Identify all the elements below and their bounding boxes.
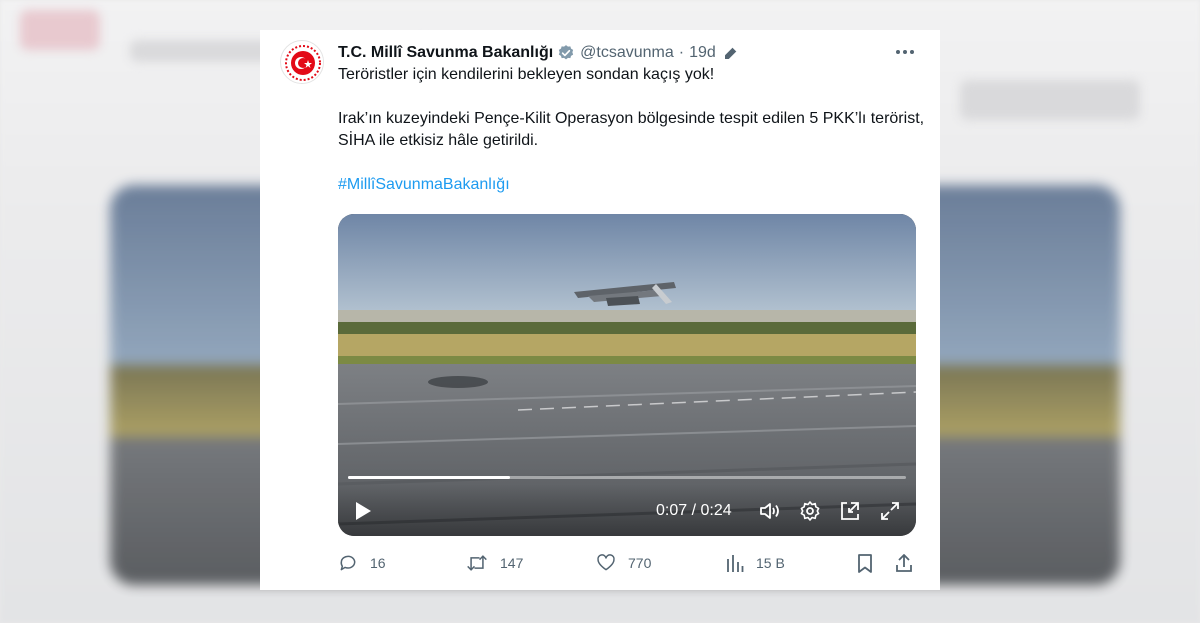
tweet-header: T.C. Millî Savunma Bakanlığı @tcsavunma … [338, 42, 920, 64]
reply-count: 16 [370, 555, 386, 571]
like-icon [597, 554, 615, 571]
more-icon [896, 50, 914, 54]
play-button[interactable] [352, 498, 374, 524]
retweet-icon [467, 555, 487, 571]
video-controls [338, 484, 916, 536]
avatar[interactable] [280, 40, 324, 84]
views-icon [727, 555, 744, 572]
share-icon [896, 554, 912, 572]
video-player[interactable]: 0:07 / 0:24 [338, 214, 916, 536]
like-button[interactable]: 770 [596, 550, 651, 576]
volume-icon [760, 503, 779, 519]
volume-button[interactable] [758, 498, 782, 524]
fullscreen-icon [881, 502, 899, 520]
video-progress-bar[interactable] [348, 476, 906, 479]
tweet-card[interactable]: T.C. Millî Savunma Bakanlığı @tcsavunma … [260, 30, 940, 590]
settings-gear-icon [800, 501, 820, 521]
reply-icon [340, 555, 356, 571]
settings-button[interactable] [798, 498, 822, 524]
play-icon [356, 502, 371, 520]
tweet-time[interactable]: 19d [689, 44, 716, 62]
retweet-button[interactable]: 147 [466, 550, 523, 576]
reply-button[interactable]: 16 [338, 550, 386, 576]
views-button[interactable]: 15 B [726, 550, 785, 576]
like-count: 770 [628, 555, 652, 571]
tweet-text-line: Irak’ın kuzeyindeki Pençe-Kilit Operasyo… [338, 110, 925, 149]
separator-dot: · [678, 44, 685, 61]
picture-in-picture-button[interactable] [838, 498, 862, 524]
bookmark-icon [858, 554, 872, 573]
fullscreen-button[interactable] [878, 498, 902, 524]
bg-blur-blob [960, 80, 1140, 120]
more-options-button[interactable] [890, 40, 920, 64]
views-count: 15 B [756, 555, 785, 571]
bg-blur-blob [20, 10, 100, 50]
verified-badge-icon [559, 45, 574, 60]
hashtag-link[interactable]: #MillîSavunmaBakanlığı [338, 176, 510, 193]
tweet-text: Teröristler için kendilerini bekleyen so… [338, 64, 928, 196]
author-handle[interactable]: @tcsavunma [580, 44, 674, 62]
bookmark-button[interactable] [856, 550, 886, 576]
tweet-text-line: Teröristler için kendilerini bekleyen so… [338, 66, 715, 83]
video-progress-fill [348, 476, 510, 479]
share-button[interactable] [894, 550, 926, 576]
author-name[interactable]: T.C. Millî Savunma Bakanlığı [338, 44, 553, 62]
pip-icon [841, 502, 859, 520]
retweet-count: 147 [500, 555, 524, 571]
edit-icon[interactable] [722, 44, 740, 62]
tweet-actions: 16 147 770 15 B [338, 550, 916, 576]
video-timecode: 0:07 / 0:24 [656, 502, 732, 519]
avatar-emblem-icon [282, 42, 323, 83]
